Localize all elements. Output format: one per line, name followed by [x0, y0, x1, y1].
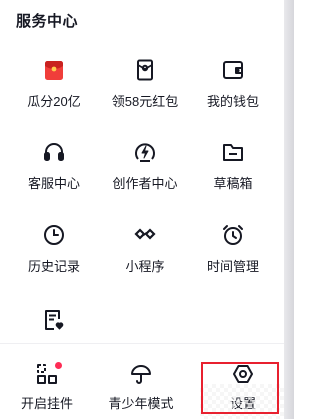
bottom-item-widget[interactable]: 开启挂件: [0, 344, 94, 412]
grid-item-creator-center[interactable]: 创作者中心: [103, 140, 187, 192]
grid-item-wallet[interactable]: 我的钱包: [191, 58, 275, 110]
alarm-icon: [223, 225, 243, 245]
grid-item-customer-service[interactable]: 客服中心: [12, 140, 96, 192]
grid-item-label: 时间管理: [206, 259, 259, 274]
grid-item-label: 草稿箱: [213, 176, 253, 191]
grid-item-share[interactable]: 瓜分20亿: [12, 58, 96, 110]
coupon-icon: [137, 59, 153, 81]
folder-icon: [223, 144, 243, 161]
notification-badge: [55, 362, 62, 369]
grid-item-time-management[interactable]: 时间管理: [191, 223, 275, 275]
bottom-item-teen-mode[interactable]: 青少年模式: [94, 344, 188, 412]
grid-item-label: 瓜分20亿: [27, 94, 81, 109]
headset-icon: [44, 143, 64, 161]
grid-item-coupon[interactable]: 领58元红包: [103, 58, 187, 110]
grid-item-notes[interactable]: [12, 308, 96, 332]
note-heart-icon: [45, 310, 64, 330]
section-title: 服务中心: [16, 13, 79, 30]
grid-item-drafts[interactable]: 草稿箱: [191, 140, 275, 192]
clock-icon: [44, 225, 64, 245]
grid-item-label: 我的钱包: [206, 94, 259, 109]
bottom-item-label: 青少年模式: [108, 396, 174, 411]
grid-item-label: 客服中心: [27, 176, 80, 191]
grid-item-label: 创作者中心: [112, 176, 178, 191]
infinity-icon: [134, 228, 156, 240]
grid-item-label: 领58元红包: [111, 94, 179, 109]
settings-highlight-box: [201, 362, 279, 414]
red-envelope-icon: [45, 61, 63, 80]
grid-item-mini-program[interactable]: 小程序: [103, 223, 187, 275]
wallet-icon: [223, 61, 243, 79]
grid-item-history[interactable]: 历史记录: [12, 223, 96, 275]
grid-item-label: 小程序: [125, 259, 165, 274]
bottom-item-label: 开启挂件: [20, 396, 73, 411]
creator-bolt-icon: [135, 143, 155, 162]
umbrella-icon: [131, 365, 151, 384]
grid-item-label: 历史记录: [27, 259, 80, 274]
